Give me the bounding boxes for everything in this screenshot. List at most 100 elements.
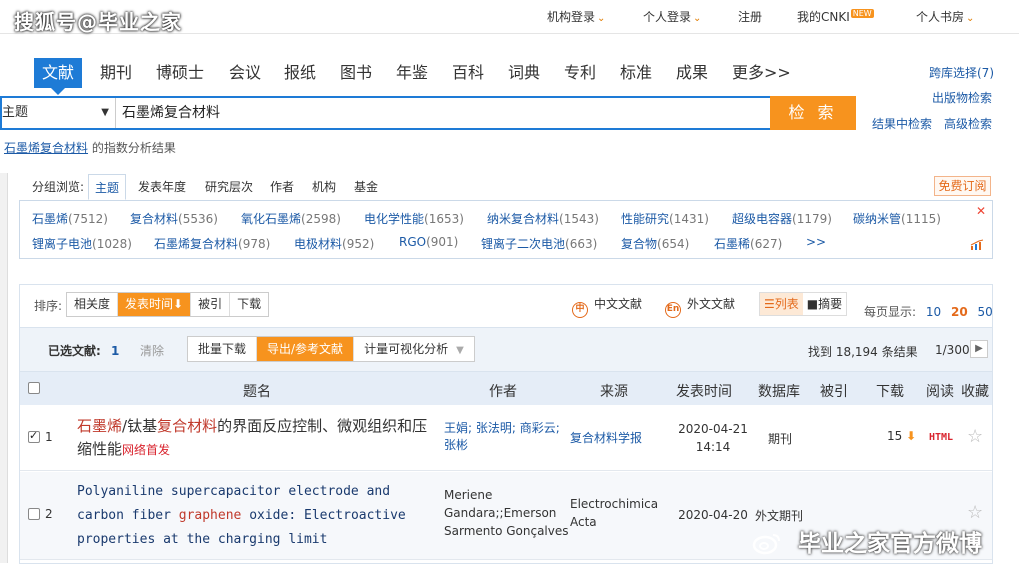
keyword-link[interactable]: 锂离子二次电池(663)	[481, 235, 597, 252]
tab-more[interactable]: 更多>>	[732, 58, 791, 88]
keywords-more-link[interactable]: >>	[806, 235, 826, 249]
sort-publish-time[interactable]: 发表时间⬇	[118, 293, 192, 316]
html-read-link[interactable]: HTML	[929, 432, 953, 443]
in-result-search-link[interactable]: 结果中检索	[872, 115, 932, 132]
register-link[interactable]: 注册	[738, 8, 762, 25]
keyword-link[interactable]: 复合材料(5536)	[130, 210, 218, 227]
row-checkbox[interactable]	[28, 429, 40, 443]
tab-dictionary[interactable]: 词典	[508, 58, 540, 88]
org-login-label: 机构登录	[547, 10, 596, 24]
keyword-count: (1028)	[92, 237, 132, 251]
keyword-name: 性能研究	[621, 212, 670, 226]
export-references-button[interactable]: 导出/参考文献	[257, 337, 355, 361]
tab-conferences[interactable]: 会议	[229, 58, 261, 88]
tab-journals[interactable]: 期刊	[100, 58, 132, 88]
per-page-10[interactable]: 10	[926, 305, 941, 319]
keyword-link[interactable]: 超级电容器(1179)	[732, 210, 832, 227]
chevron-down-icon: ⌄	[693, 13, 702, 24]
visual-analysis-button[interactable]: 计量可视化分析 ▼	[354, 337, 474, 361]
group-tab-topic[interactable]: 主题	[88, 174, 127, 200]
group-tab-author[interactable]: 作者	[270, 174, 294, 200]
personal-login-link[interactable]: 个人登录 ⌄	[643, 8, 701, 25]
keyword-count: (978)	[238, 237, 271, 251]
select-all-checkbox[interactable]	[28, 382, 40, 394]
row-checkbox[interactable]	[28, 508, 40, 520]
header-author[interactable]: 作者	[489, 381, 517, 401]
header-title[interactable]: 题名	[243, 381, 271, 401]
my-cnki-link[interactable]: 我的CNKI NEW	[797, 8, 874, 25]
per-page-50[interactable]: 50	[978, 305, 993, 319]
batch-download-button[interactable]: 批量下载	[188, 337, 258, 361]
keyword-link[interactable]: 电极材料(952)	[294, 235, 374, 252]
view-list-button[interactable]: ☰列表	[760, 293, 803, 315]
chinese-docs-filter[interactable]: 中中文文献	[572, 295, 642, 318]
author-line: 王娟; 张法明; 商彩云;	[444, 421, 560, 435]
search-field-select[interactable]: 主题 ▼	[2, 98, 116, 128]
keyword-name: 复合材料	[130, 212, 179, 226]
free-subscribe-button[interactable]: 免费订阅	[934, 176, 991, 196]
tab-achievements[interactable]: 成果	[676, 58, 708, 88]
header-cited[interactable]: 被引	[820, 381, 848, 401]
tab-theses[interactable]: 博硕士	[156, 58, 204, 88]
keyword-link[interactable]: 石墨稀(627)	[714, 235, 782, 252]
keyword-link[interactable]: 纳米复合材料(1543)	[487, 210, 599, 227]
next-page-button[interactable]: ▶	[970, 340, 988, 358]
author-list[interactable]: Meriene Gandara;;Emerson Sarmento Gonçal…	[444, 486, 569, 540]
tab-books[interactable]: 图书	[340, 58, 372, 88]
bookroom-link[interactable]: 个人书房 ⌄	[916, 8, 974, 25]
org-login-link[interactable]: 机构登录 ⌄	[547, 8, 605, 25]
advanced-search-link[interactable]: 高级检索	[944, 115, 992, 132]
keyword-link[interactable]: 锂离子电池(1028)	[32, 235, 132, 252]
header-database[interactable]: 数据库	[758, 381, 800, 401]
publication-search-link[interactable]: 出版物检索	[932, 89, 992, 106]
download-button[interactable]: 15 ⬇	[887, 429, 916, 443]
favorite-star-icon[interactable]: ☆	[967, 502, 983, 523]
tab-encyclopedia[interactable]: 百科	[452, 58, 484, 88]
tab-yearbooks[interactable]: 年鉴	[396, 58, 428, 88]
group-tab-level[interactable]: 研究层次	[205, 174, 253, 200]
keyword-name: 电化学性能	[364, 212, 425, 226]
keyword-link[interactable]: 石墨烯(7512)	[32, 210, 108, 227]
keyword-name: 碳纳米管	[853, 212, 902, 226]
author-list[interactable]: 王娟; 张法明; 商彩云; 张彬	[444, 420, 560, 454]
keyword-link[interactable]: 复合物(654)	[621, 235, 689, 252]
cross-db-select-link[interactable]: 跨库选择(7)	[929, 64, 994, 81]
keyword-link[interactable]: 电化学性能(1653)	[364, 210, 464, 227]
group-tab-institution[interactable]: 机构	[312, 174, 336, 200]
search-input[interactable]: 石墨烯复合材料	[122, 98, 220, 128]
header-downloads[interactable]: 下载	[876, 381, 904, 401]
source-link[interactable]: Electrochimica Acta	[570, 495, 658, 531]
per-page-20[interactable]: 20	[951, 305, 968, 319]
close-icon[interactable]: ✕	[976, 204, 986, 218]
dropdown-arrow-icon: ▼	[456, 345, 464, 356]
sort-bar: 排序: 相关度 发表时间⬇ 被引 下载 中中文文献 En 外文文献 ☰列表 ■摘要…	[20, 285, 993, 325]
index-analysis-link[interactable]: 石墨烯复合材料	[4, 141, 88, 155]
trend-chart-icon[interactable]	[970, 239, 984, 251]
sort-cited[interactable]: 被引	[191, 293, 231, 316]
tab-newspapers[interactable]: 报纸	[284, 58, 316, 88]
foreign-docs-filter[interactable]: En 外文文献	[665, 295, 735, 318]
group-tab-year[interactable]: 发表年度	[138, 174, 186, 200]
tab-standards[interactable]: 标准	[620, 58, 652, 88]
tab-literature[interactable]: 文献	[34, 58, 83, 95]
source-link[interactable]: 复合材料学报	[570, 429, 642, 447]
result-title-link[interactable]: 石墨烯/钛基复合材料的界面反应控制、微观组织和压缩性能网络首发	[77, 415, 437, 462]
result-title-link[interactable]: Polyaniline supercapacitor electrode and…	[77, 480, 422, 552]
keyword-link[interactable]: RGO(901)	[399, 235, 458, 249]
search-button[interactable]: 检 索	[770, 96, 856, 130]
header-date[interactable]: 发表时间	[676, 381, 732, 401]
header-source[interactable]: 来源	[600, 381, 628, 401]
keyword-count: (1431)	[669, 212, 709, 226]
sort-relevance[interactable]: 相关度	[67, 293, 119, 316]
view-abstract-button[interactable]: ■摘要	[803, 293, 846, 315]
chevron-down-icon: ⌄	[597, 13, 606, 24]
group-tab-fund[interactable]: 基金	[354, 174, 378, 200]
keyword-link[interactable]: 性能研究(1431)	[621, 210, 709, 227]
keyword-link[interactable]: 石墨烯复合材料(978)	[154, 235, 270, 252]
clear-selection-link[interactable]: 清除	[140, 342, 164, 359]
keyword-link[interactable]: 氧化石墨烯(2598)	[241, 210, 341, 227]
favorite-star-icon[interactable]: ☆	[967, 426, 983, 447]
sort-downloads[interactable]: 下载	[230, 293, 268, 316]
keyword-link[interactable]: 碳纳米管(1115)	[853, 210, 941, 227]
tab-patents[interactable]: 专利	[564, 58, 596, 88]
